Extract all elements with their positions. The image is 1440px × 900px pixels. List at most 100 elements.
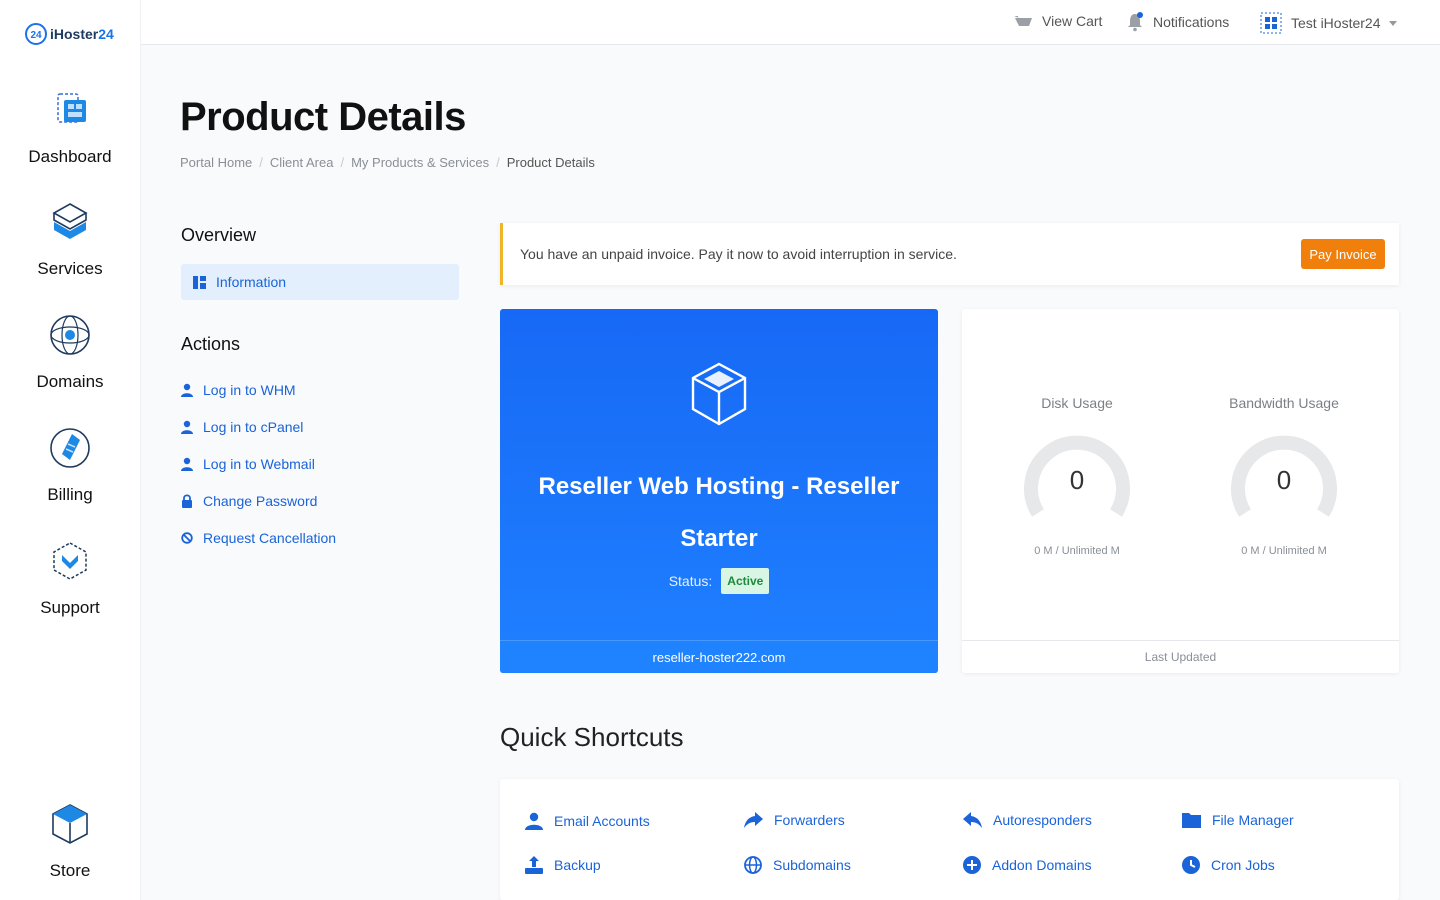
action-label: Log in to WHM: [203, 382, 296, 398]
shortcut-backup[interactable]: Backup: [525, 856, 601, 874]
overview-information[interactable]: Information: [181, 264, 459, 300]
sidebar-item-billing[interactable]: Billing: [0, 426, 140, 505]
logo-text-main: iHoster: [50, 26, 99, 42]
action-request-cancellation[interactable]: Request Cancellation: [181, 530, 336, 546]
logo-icon: 24: [25, 23, 47, 45]
shortcut-label: Addon Domains: [992, 857, 1092, 873]
action-label: Change Password: [203, 493, 318, 509]
shortcut-label: Email Accounts: [554, 813, 650, 829]
sidebar-label-domains: Domains: [36, 372, 104, 391]
breadcrumb-current: Product Details: [506, 155, 595, 170]
breadcrumb-my-products[interactable]: My Products & Services: [351, 155, 489, 170]
action-change-password[interactable]: Change Password: [181, 493, 317, 509]
bandwidth-usage-detail: 0 M / Unlimited M: [1241, 545, 1327, 557]
view-cart-link[interactable]: View Cart: [1013, 12, 1102, 30]
action-login-webmail[interactable]: Log in to Webmail: [181, 456, 315, 472]
globe-icon: [744, 856, 762, 874]
action-label: Request Cancellation: [203, 530, 337, 546]
sidebar-item-services[interactable]: Services: [0, 200, 140, 279]
store-icon: [52, 804, 88, 844]
breadcrumb-separator: /: [340, 155, 345, 170]
bandwidth-usage-value: 0: [1276, 465, 1292, 495]
sidebar-item-dashboard[interactable]: Dashboard: [0, 88, 140, 167]
upload-icon: [525, 856, 543, 874]
quick-shortcuts-title: Quick Shortcuts: [500, 722, 684, 752]
alert-message: You have an unpaid invoice. Pay it now t…: [520, 246, 957, 262]
user-icon: [181, 383, 193, 397]
shortcut-email-accounts[interactable]: Email Accounts: [525, 812, 650, 830]
user-icon: [525, 812, 543, 830]
logo-prefix: 24: [30, 30, 42, 41]
sidebar-item-store[interactable]: Store: [0, 802, 140, 881]
usage-last-updated: Last Updated: [962, 640, 1399, 673]
pay-invoice-button[interactable]: Pay Invoice: [1301, 239, 1385, 269]
services-icon: [52, 203, 88, 239]
shortcut-label: File Manager: [1212, 812, 1294, 828]
plus-circle-icon: [963, 856, 981, 874]
folder-icon: [1182, 813, 1201, 828]
action-label: Log in to cPanel: [203, 419, 304, 435]
forward-icon: [744, 812, 763, 828]
disk-usage-gauge: Disk Usage 0 0 M / Unlimited M: [997, 395, 1157, 557]
sidebar-label-billing: Billing: [47, 485, 93, 504]
clock-icon: [1182, 856, 1200, 874]
shortcut-label: Subdomains: [773, 857, 851, 873]
cart-icon: [1014, 16, 1032, 26]
disk-usage-detail: 0 M / Unlimited M: [1034, 545, 1120, 557]
shortcut-forwarders[interactable]: Forwarders: [744, 812, 845, 828]
user-icon: [181, 457, 193, 471]
topbar: View Cart Notifications Test iHoster24: [141, 0, 1440, 45]
reply-icon: [963, 812, 982, 828]
shortcut-addon-domains[interactable]: Addon Domains: [963, 856, 1092, 874]
actions-title: Actions: [181, 334, 241, 354]
breadcrumb-separator: /: [496, 155, 500, 170]
action-label: Log in to Webmail: [203, 456, 315, 472]
dashboard-icon: [57, 93, 86, 123]
sidebar: 24 iHoster24 Dashboard Services Domains: [0, 0, 141, 900]
information-icon: [193, 275, 206, 289]
box-icon: [691, 362, 747, 426]
product-card: Reseller Web Hosting - Reseller Starter …: [500, 309, 938, 673]
product-name: Reseller Web Hosting - Reseller Starter: [538, 473, 900, 552]
notifications-link[interactable]: Notifications: [1126, 12, 1229, 32]
domains-icon: [50, 315, 90, 355]
billing-icon: [50, 428, 90, 468]
account-menu[interactable]: Test iHoster24: [1260, 12, 1398, 34]
shortcut-label: Backup: [554, 857, 601, 873]
bandwidth-usage-gauge: Bandwidth Usage 0 0 M / Unlimited M: [1204, 395, 1364, 557]
brand-logo[interactable]: 24 iHoster24: [24, 22, 114, 46]
breadcrumb-client-area[interactable]: Client Area: [270, 155, 334, 170]
breadcrumb-separator: /: [259, 155, 263, 170]
support-icon: [53, 542, 87, 580]
breadcrumb: Portal Home / Client Area / My Products …: [180, 155, 595, 170]
page-title: Product Details: [180, 95, 466, 139]
action-login-cpanel[interactable]: Log in to cPanel: [181, 419, 303, 435]
logo-text-suffix: 24: [98, 26, 114, 42]
sidebar-label-dashboard: Dashboard: [28, 147, 112, 166]
account-grid-icon: [1260, 12, 1282, 34]
shortcut-subdomains[interactable]: Subdomains: [744, 856, 851, 874]
shortcut-autoresponders[interactable]: Autoresponders: [963, 812, 1092, 828]
shortcut-label: Cron Jobs: [1211, 857, 1275, 873]
bell-icon: [1128, 12, 1143, 32]
shortcut-file-manager[interactable]: File Manager: [1182, 812, 1294, 828]
breadcrumb-portal-home[interactable]: Portal Home: [180, 155, 252, 170]
sidebar-label-services: Services: [37, 259, 103, 278]
sidebar-item-support[interactable]: Support: [0, 539, 140, 618]
shortcut-label: Autoresponders: [993, 812, 1092, 828]
product-domain[interactable]: reseller-hoster222.com: [500, 640, 938, 673]
notifications-label: Notifications: [1153, 14, 1230, 30]
sidebar-item-domains[interactable]: Domains: [0, 313, 140, 392]
overview-title: Overview: [181, 225, 257, 245]
logo-text: iHoster24: [50, 26, 114, 42]
quick-shortcuts-panel: Email Accounts Forwarders Autoresponders…: [500, 779, 1399, 900]
shortcut-label: Forwarders: [774, 812, 845, 828]
shortcut-cron-jobs[interactable]: Cron Jobs: [1182, 856, 1275, 874]
view-cart-label: View Cart: [1042, 13, 1103, 29]
unpaid-invoice-alert: You have an unpaid invoice. Pay it now t…: [500, 223, 1399, 285]
lock-icon: [182, 494, 192, 508]
action-login-whm[interactable]: Log in to WHM: [181, 382, 296, 398]
status-label: Status:: [668, 573, 713, 589]
information-label: Information: [216, 274, 287, 290]
status-row: Status: Active: [500, 568, 938, 594]
